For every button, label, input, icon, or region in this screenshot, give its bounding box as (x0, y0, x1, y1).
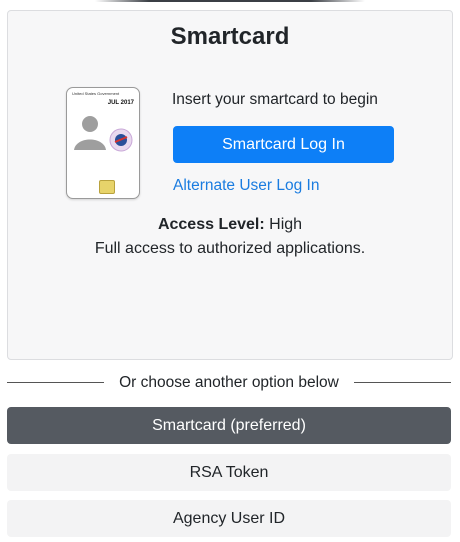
alternate-login-link[interactable]: Alternate User Log In (173, 177, 319, 195)
page-title: Smartcard (170, 23, 290, 50)
options-divider: Or choose another option below (7, 372, 451, 394)
divider-text: Or choose another option below (119, 374, 339, 391)
option-smartcard-button[interactable]: Smartcard (preferred) (7, 407, 451, 444)
top-strip (0, 0, 460, 3)
access-description: Full access to authorized applications. (94, 240, 366, 257)
access-level-value: High (269, 216, 303, 233)
option-agency-user-id-button[interactable]: Agency User ID (7, 500, 451, 537)
access-level-label: Access Level: (157, 216, 265, 233)
agency-seal-icon (109, 128, 133, 152)
insert-prompt: Insert your smartcard to begin (172, 91, 378, 108)
smartcard-login-button[interactable]: Smartcard Log In (173, 126, 394, 163)
badge-date: JUL 2017 (107, 100, 134, 106)
badge-government-text: United States Government (72, 91, 120, 96)
chip-icon (99, 180, 115, 194)
person-silhouette-icon (74, 116, 106, 150)
divider-line-right (354, 382, 451, 383)
smartcard-image: United States Government JUL 2017 (66, 87, 140, 199)
access-level: Access Level: High (8, 216, 452, 234)
option-rsa-token-button[interactable]: RSA Token (7, 454, 451, 491)
smartcard-panel: Smartcard United States Government JUL 2… (7, 10, 453, 360)
